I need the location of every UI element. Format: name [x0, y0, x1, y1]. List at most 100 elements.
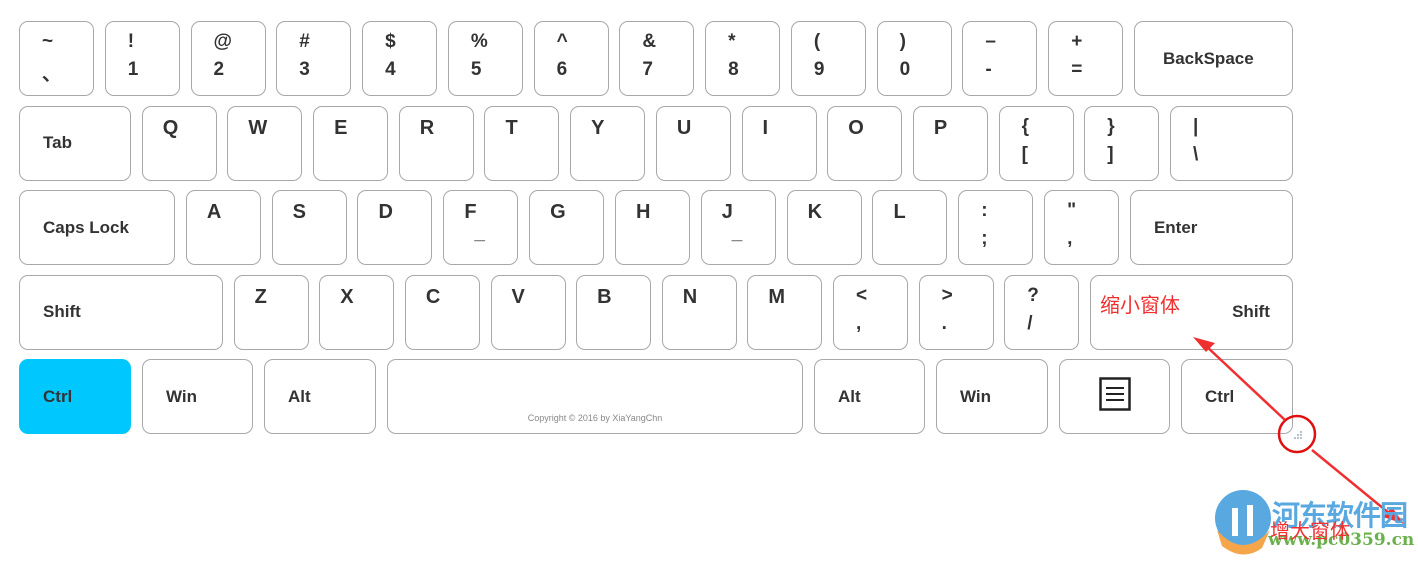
keyboard-row: Tab Q W E R T Y U I O P{[}] | \ [19, 105, 1293, 181]
key-label: Shift [1232, 302, 1270, 321]
key-backspace[interactable]: BackSpace [1133, 21, 1293, 96]
key-a[interactable]: A [185, 190, 261, 265]
key-w[interactable]: W [227, 105, 303, 181]
key-label: C [425, 285, 441, 308]
key--[interactable]: {[ [998, 105, 1074, 181]
key-5[interactable]: % 5 [447, 21, 523, 96]
key-enter[interactable]: Enter [1129, 190, 1293, 265]
key-label: ; [981, 228, 988, 249]
key-g[interactable]: G [529, 190, 605, 265]
key-j[interactable]: J _ [700, 190, 776, 265]
key-alt[interactable]: Alt [814, 359, 925, 434]
key-f[interactable]: F _ [443, 190, 519, 265]
key-1[interactable]: ! 1 [104, 21, 180, 96]
key-h[interactable]: H [614, 190, 690, 265]
key-o[interactable]: O [827, 105, 903, 181]
enlarge-window-label: 增大窗体 [1270, 519, 1350, 543]
key-label: H [635, 201, 651, 223]
key-label: V [511, 285, 525, 308]
key-q[interactable]: Q [141, 105, 217, 181]
key-n[interactable]: N [661, 274, 737, 350]
key-b[interactable]: B [576, 274, 652, 350]
key-label: Win [960, 386, 992, 406]
key-ctrl[interactable]: Ctrl [19, 359, 131, 434]
key-space[interactable]: Copyright © 2016 by XiaYangChn [387, 359, 803, 434]
key-label: Enter [1153, 217, 1198, 237]
key--[interactable]: – - [962, 21, 1038, 96]
key-i[interactable]: I [741, 105, 817, 181]
key-9[interactable]: (9 [790, 21, 866, 96]
key-shift-label: & [642, 31, 657, 52]
key-alt[interactable]: Alt [264, 359, 376, 434]
key-shift-label: # [299, 31, 310, 52]
key-k[interactable]: K [786, 190, 862, 265]
key-shift[interactable]: Shift [19, 274, 223, 350]
key-label: 4 [385, 59, 396, 80]
key-y[interactable]: Y [570, 105, 646, 181]
key-caps-lock[interactable]: Caps Lock [19, 190, 175, 265]
key--[interactable]: ~、 [19, 21, 94, 96]
key-label: BackSpace [1162, 48, 1254, 68]
key-label: 8 [728, 59, 739, 80]
key-v[interactable]: V [490, 274, 566, 350]
key-shift-label: – [985, 31, 996, 52]
key--[interactable]: >. [918, 274, 994, 350]
key-label: S [292, 201, 306, 223]
key-label: 2 [213, 59, 225, 80]
key-tab[interactable]: Tab [19, 105, 131, 181]
key-shift-label: @ [213, 31, 233, 52]
key-label: Z [254, 285, 267, 308]
key-label: L [893, 201, 906, 223]
key-0[interactable]: ) 0 [876, 21, 952, 96]
key-r[interactable]: R [398, 105, 474, 181]
key-label: = [1071, 59, 1083, 80]
key-win[interactable]: Win [936, 359, 1048, 434]
key--[interactable]: + = [1048, 21, 1124, 96]
key-m[interactable]: M [747, 274, 823, 350]
key-2[interactable]: @2 [190, 21, 266, 96]
key-c[interactable]: C [404, 274, 480, 350]
key--[interactable]: }] [1084, 105, 1160, 181]
key-label: J [721, 201, 733, 223]
key-label: Tab [43, 133, 72, 152]
key-p[interactable]: P [912, 105, 988, 181]
key-shift-label: % [470, 31, 488, 52]
key-e[interactable]: E [313, 105, 389, 181]
key-3[interactable]: #3 [276, 21, 352, 96]
on-screen-keyboard: ~、! 1 @2 #3 $4% 5 ^ 6 & 7 * 8(9) 0– - + = BackSpace Tab Q W… [19, 21, 1293, 444]
key-6[interactable]: ^ 6 [533, 21, 609, 96]
key-label: X [340, 285, 354, 308]
key-label: B [597, 285, 612, 308]
resize-grip-icon [1294, 431, 1302, 439]
key-z[interactable]: Z [233, 274, 309, 350]
key-label: 5 [470, 59, 482, 80]
key-d[interactable]: D [357, 190, 433, 265]
key--[interactable]: <, [833, 274, 908, 350]
key-label: N [682, 285, 698, 308]
keyboard-row: Ctrl Win Alt Copyright © 2016 by XiaYangChn… [19, 359, 1293, 434]
key-u[interactable]: U [655, 105, 731, 181]
key-label: W [248, 116, 268, 139]
key-shift-label: ^ [556, 31, 568, 52]
key-s[interactable]: S [271, 190, 347, 265]
key-label: 0 [899, 59, 911, 80]
shrink-window-label: 缩小窗体 [1100, 293, 1180, 317]
key-label: 3 [299, 59, 310, 80]
key-ctrl[interactable]: Ctrl [1181, 359, 1293, 434]
key-shift-label: * [728, 31, 736, 52]
key--[interactable]: | \ [1169, 105, 1293, 181]
key--[interactable]: :; [958, 190, 1034, 265]
key-label: , [856, 312, 862, 334]
key-l[interactable]: L [872, 190, 948, 265]
key-win[interactable]: Win [142, 359, 253, 434]
key-shift-label: " [1067, 200, 1077, 221]
key-7[interactable]: & 7 [619, 21, 695, 96]
key--[interactable]: ? / [1004, 274, 1080, 350]
key-menu[interactable] [1059, 359, 1170, 434]
key-4[interactable]: $4 [362, 21, 438, 96]
key-t[interactable]: T [484, 105, 560, 181]
key--[interactable]: ", [1044, 190, 1120, 265]
key-x[interactable]: X [319, 274, 395, 350]
key-8[interactable]: * 8 [705, 21, 781, 96]
key-shift-label: | [1192, 115, 1199, 137]
